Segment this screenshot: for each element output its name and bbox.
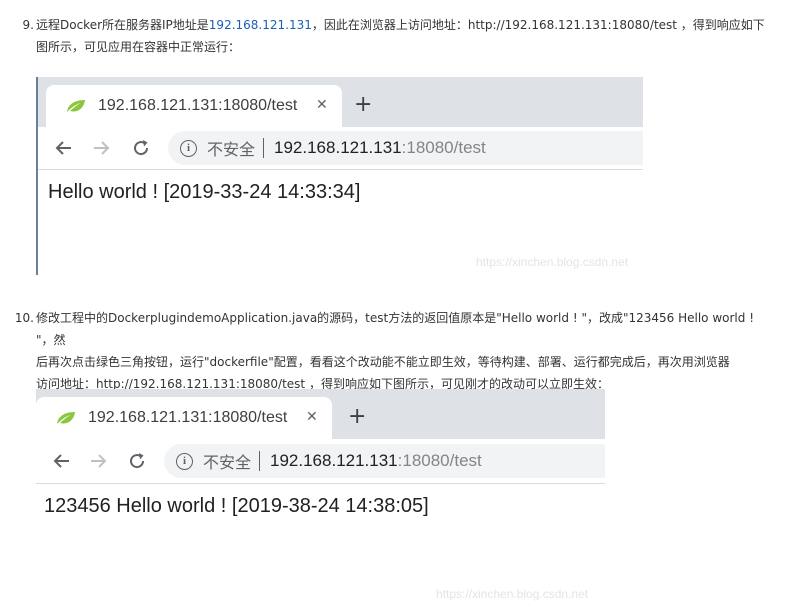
info-icon[interactable]: i (176, 452, 193, 470)
watermark: https://xinchen.blog.csdn.net (436, 587, 589, 601)
browser-tab[interactable]: 192.168.121.131:18080/test ✕ (36, 397, 332, 439)
step-text: 修改工程中的DockerplugindemoApplication.java的源… (36, 307, 772, 395)
security-label: 不安全 (207, 142, 256, 159)
address-bar[interactable]: i 不安全 192.168.121.131:18080/test (164, 444, 605, 478)
browser-tab[interactable]: 192.168.121.131:18080/test ✕ (46, 85, 342, 127)
separator (259, 451, 261, 471)
step-text-line: 修改工程中的DockerplugindemoApplication.java的源… (36, 311, 755, 347)
spring-leaf-icon (67, 100, 85, 112)
address-bar[interactable]: i 不安全 192.168.121.131:18080/test (168, 131, 643, 165)
page-content: 123456 Hello world ! [2019-38-24 14:38:0… (44, 495, 429, 517)
tab-strip: 192.168.121.131:18080/test ✕ + (38, 77, 643, 127)
tab-title: 192.168.121.131:18080/test (98, 97, 298, 114)
forward-icon[interactable] (93, 127, 111, 169)
new-tab-icon[interactable]: + (354, 94, 372, 116)
step-text-line: ，因此在浏览器上访问地址：http://192.168.121.131:1808… (311, 18, 765, 32)
tab-strip: 192.168.121.131:18080/test ✕ + (36, 389, 605, 439)
reload-icon[interactable] (128, 439, 146, 483)
tab-title: 192.168.121.131:18080/test (88, 409, 288, 426)
url-host: 192.168.121.131 (270, 451, 398, 470)
separator (263, 138, 265, 158)
page-content: Hello world ! [2019-33-24 14:33:34] (48, 181, 361, 203)
forward-icon[interactable] (90, 439, 108, 483)
watermark: https://xinchen.blog.csdn.net (476, 255, 629, 269)
back-icon[interactable] (54, 127, 72, 169)
new-tab-icon[interactable]: + (348, 406, 366, 428)
info-icon[interactable]: i (180, 139, 197, 157)
back-icon[interactable] (52, 439, 70, 483)
spring-leaf-icon (57, 412, 75, 424)
browser-toolbar: i 不安全 192.168.121.131:18080/test (38, 127, 643, 170)
close-icon[interactable]: ✕ (306, 409, 318, 425)
step-text-line: 后再次点击绿色三角按钮，运行"dockerfile"配置，看看这个改动能不能立即… (36, 355, 730, 369)
browser-toolbar: i 不安全 192.168.121.131:18080/test (36, 439, 605, 484)
step-number: 9. (22, 18, 34, 32)
step-text-line: 远程Docker所在服务器IP地址是 (36, 18, 209, 32)
ip-address-link[interactable]: 192.168.121.131 (209, 18, 312, 32)
security-label: 不安全 (203, 455, 252, 472)
close-icon[interactable]: ✕ (316, 97, 328, 113)
step-text: 远程Docker所在服务器IP地址是192.168.121.131，因此在浏览器… (36, 14, 772, 58)
step-number: 10. (14, 311, 34, 325)
reload-icon[interactable] (132, 127, 150, 169)
step-text-line: 图所示，可见应用在容器中正常运行： (36, 40, 241, 54)
url-host: 192.168.121.131 (274, 138, 402, 157)
url-path: :18080/test (401, 138, 486, 157)
url-path: :18080/test (397, 451, 482, 470)
